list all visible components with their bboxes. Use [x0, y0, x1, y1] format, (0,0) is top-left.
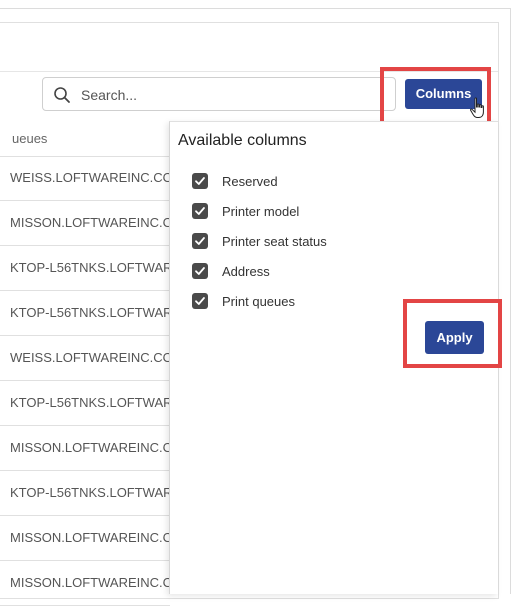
panel-title: Available columns — [178, 132, 307, 149]
table-row[interactable]: WEISS.LOFTWAREINC.COM — [0, 156, 170, 201]
checkmark-icon — [195, 297, 205, 305]
table-cell: KTOP-L56TNKS.LOFTWARE — [10, 305, 170, 320]
table-cell: MISSON.LOFTWAREINC.COM — [10, 440, 170, 455]
checkbox-printer-seat-status[interactable] — [192, 233, 208, 249]
column-header-label: ueues — [12, 131, 48, 146]
table-cell: KTOP-L56TNKS.LOFTWARE — [10, 260, 170, 275]
table-cell: KTOP-L56TNKS.LOFTWARE — [10, 485, 170, 500]
table-cell: MISSON.LOFTWAREINC.COM — [10, 575, 170, 590]
checkbox-reserved[interactable] — [192, 173, 208, 189]
table-cell: MISSON.LOFTWAREINC.COM — [10, 215, 170, 230]
checkbox-printer-model[interactable] — [192, 203, 208, 219]
table-cell: KTOP-L56TNKS.LOFTWARE — [10, 395, 170, 410]
table-row[interactable]: MISSON.LOFTWAREINC.COM — [0, 516, 170, 561]
table-row[interactable]: MISSON.LOFTWAREINC.COM — [0, 426, 170, 471]
search-input[interactable] — [79, 80, 383, 110]
option-label: Printer seat status — [222, 234, 327, 249]
option-label: Reserved — [222, 174, 278, 189]
table-row[interactable]: WEISS.LOFTWAREINC.COM — [0, 336, 170, 381]
table-cell: MISSON.LOFTWAREINC.COM — [10, 530, 170, 545]
table-body: WEISS.LOFTWAREINC.COM MISSON.LOFTWAREINC… — [0, 156, 170, 606]
checkmark-icon — [195, 267, 205, 275]
table-row[interactable]: MISSON.LOFTWAREINC.COM — [0, 201, 170, 246]
checkmark-icon — [195, 207, 205, 215]
search-box[interactable] — [42, 77, 396, 111]
table-cell: WEISS.LOFTWAREINC.COM — [10, 350, 170, 365]
table-row[interactable]: KTOP-L56TNKS.LOFTWARE — [0, 291, 170, 336]
checkmark-icon — [195, 237, 205, 245]
hand-cursor-icon — [470, 97, 484, 118]
table-row[interactable]: KTOP-L56TNKS.LOFTWARE — [0, 246, 170, 291]
option-label: Address — [222, 264, 270, 279]
table-cell: WEISS.LOFTWAREINC.COM — [10, 170, 170, 185]
option-label: Print queues — [222, 294, 295, 309]
checkbox-print-queues[interactable] — [192, 293, 208, 309]
column-header-print-queues[interactable]: ueues — [0, 118, 170, 157]
search-icon — [54, 87, 70, 103]
apply-button-highlight — [403, 299, 502, 368]
table-row[interactable]: KTOP-L56TNKS.LOFTWARE — [0, 381, 170, 426]
table-row[interactable]: MISSON.LOFTWAREINC.COM — [0, 561, 170, 606]
option-label: Printer model — [222, 204, 300, 219]
checkmark-icon — [195, 177, 205, 185]
table-row[interactable]: KTOP-L56TNKS.LOFTWARE — [0, 471, 170, 516]
checkbox-address[interactable] — [192, 263, 208, 279]
